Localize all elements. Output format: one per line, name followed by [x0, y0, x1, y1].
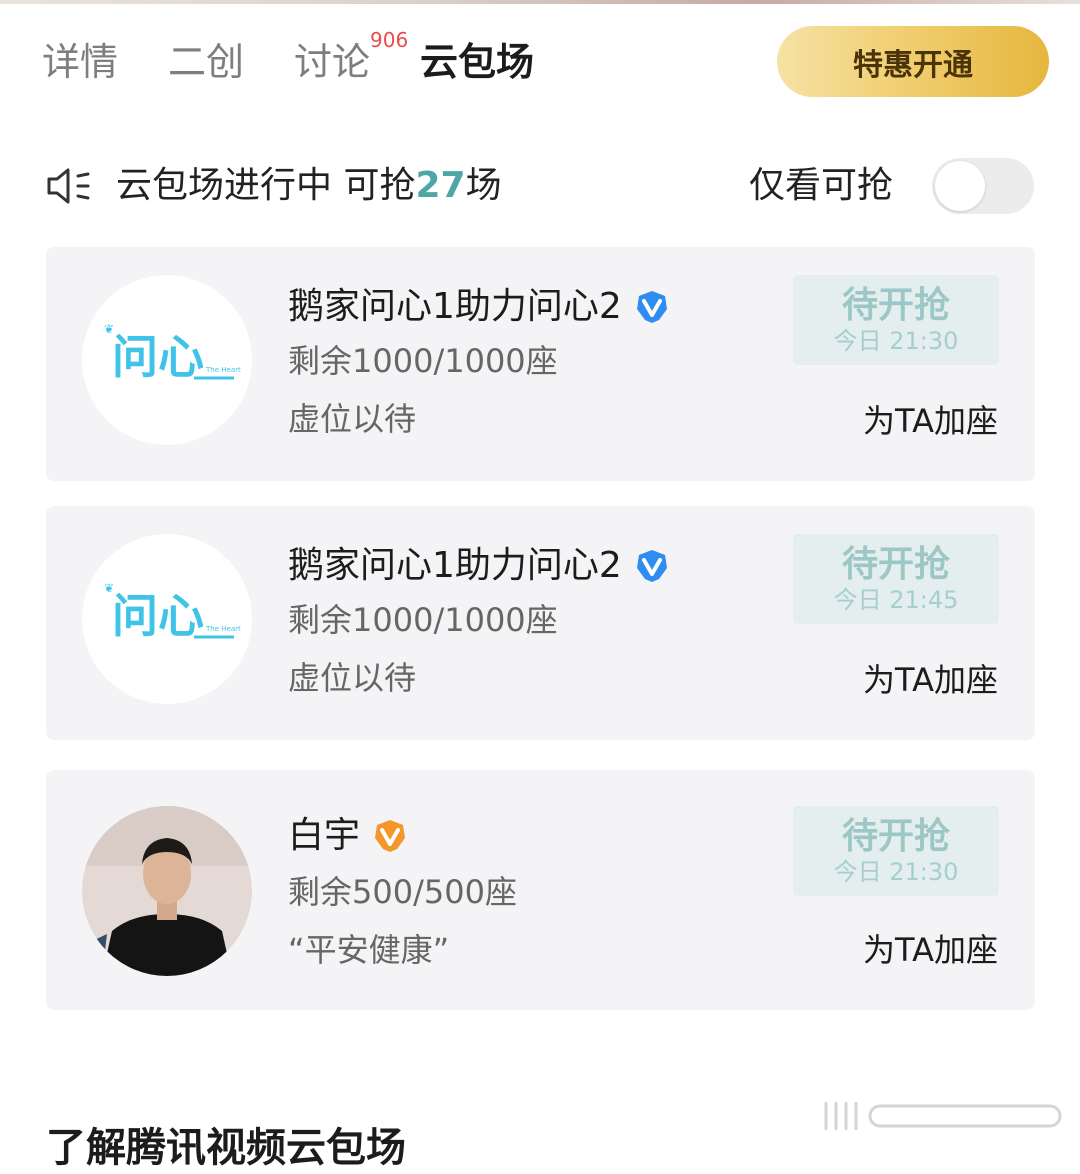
discussion-count-badge: 906 — [370, 28, 409, 52]
add-seat-link[interactable]: 为TA加座 — [863, 928, 998, 972]
grab-button-label: 待开抢 — [841, 544, 950, 585]
speaker-icon — [47, 168, 90, 204]
host-name: 鹅家问心1助力问心2 — [288, 283, 670, 331]
host-avatar: ❦ 问心 The Heart — [82, 534, 252, 704]
host-name-text: 鹅家问心1助力问心2 — [288, 286, 622, 327]
add-seat-link[interactable]: 为TA加座 — [863, 399, 998, 443]
grab-button-time: 今日 21:30 — [833, 858, 959, 886]
wenxin-logo-icon: ❦ 问心 The Heart — [104, 322, 241, 384]
screening-card: ❦ 问心 The Heart 鹅家问心1助力问心2 剩余1000/1000座 虚… — [46, 247, 1035, 481]
grab-button-label: 待开抢 — [841, 816, 950, 857]
tab-cloud-screening[interactable]: 云包场 — [420, 36, 534, 88]
grab-button-time: 今日 21:30 — [833, 327, 959, 355]
remaining-seats: 剩余1000/1000座 — [288, 601, 558, 639]
status-suffix: 场 — [465, 165, 502, 206]
grab-ticket-button[interactable]: 待开抢 今日 21:45 — [793, 534, 999, 624]
remaining-seats: 剩余1000/1000座 — [288, 342, 558, 380]
grab-ticket-button[interactable]: 待开抢 今日 21:30 — [793, 275, 999, 365]
tab-cloud-screening-label: 云包场 — [420, 40, 535, 84]
avatar-logo-text: 问心 — [112, 589, 204, 643]
host-name: 白宇 — [288, 812, 408, 860]
tab-discussion-label: 讨论 — [294, 40, 371, 84]
orange-verified-icon — [375, 820, 406, 852]
tab-details-label: 详情 — [42, 40, 119, 84]
tab-bar: 详情 二创 讨论 906 云包场 — [42, 30, 584, 88]
screening-card: 白宇 剩余500/500座 “平安健康” 待开抢 今日 21:30 为TA加座 — [46, 770, 1035, 1010]
tab-fan-creations[interactable]: 二创 — [168, 36, 244, 88]
grab-button-label: 待开抢 — [841, 285, 950, 326]
avatar-logo-subtext: The Heart — [205, 625, 241, 633]
only-available-toggle[interactable] — [932, 158, 1034, 214]
grab-button-time: 今日 21:45 — [833, 586, 959, 614]
tab-fan-creations-label: 二创 — [168, 40, 245, 84]
host-avatar: ❦ 问心 The Heart — [82, 275, 252, 445]
host-avatar — [82, 806, 252, 976]
person-photo-icon — [82, 806, 252, 976]
status-prefix: 云包场进行中 可抢 — [116, 165, 416, 206]
host-name-text: 鹅家问心1助力问心2 — [288, 545, 622, 586]
watermark-graphic — [824, 1102, 1062, 1130]
card-slogan: 虚位以待 — [288, 659, 417, 697]
tab-discussion[interactable]: 讨论 906 — [294, 30, 408, 88]
tab-details[interactable]: 详情 — [42, 36, 118, 88]
blue-verified-icon — [636, 550, 667, 582]
card-slogan: 虚位以待 — [288, 400, 417, 438]
add-seat-link[interactable]: 为TA加座 — [863, 658, 998, 702]
promo-subscribe-button[interactable]: 特惠开通 — [777, 26, 1049, 97]
host-name: 鹅家问心1助力问心2 — [288, 542, 670, 590]
screening-status-text: 云包场进行中 可抢27场 — [116, 160, 502, 212]
remaining-seats: 剩余500/500座 — [288, 873, 517, 911]
toggle-knob — [935, 161, 985, 211]
only-available-label: 仅看可抢 — [749, 165, 894, 206]
avatar-logo-text: 问心 — [112, 330, 204, 384]
blue-verified-icon — [636, 291, 667, 323]
screening-card: ❦ 问心 The Heart 鹅家问心1助力问心2 剩余1000/1000座 虚… — [46, 506, 1035, 740]
status-row: 云包场进行中 可抢27场 仅看可抢 — [46, 158, 1036, 214]
available-count: 27 — [415, 165, 466, 206]
top-image-strip — [0, 0, 1080, 4]
card-slogan: “平安健康” — [288, 931, 450, 969]
section-heading: 了解腾讯视频云包场 — [46, 1125, 406, 1171]
grab-ticket-button[interactable]: 待开抢 今日 21:30 — [793, 806, 999, 896]
avatar-logo-subtext: The Heart — [205, 366, 241, 374]
host-name-text: 白宇 — [288, 815, 361, 856]
wenxin-logo-icon: ❦ 问心 The Heart — [104, 581, 241, 643]
